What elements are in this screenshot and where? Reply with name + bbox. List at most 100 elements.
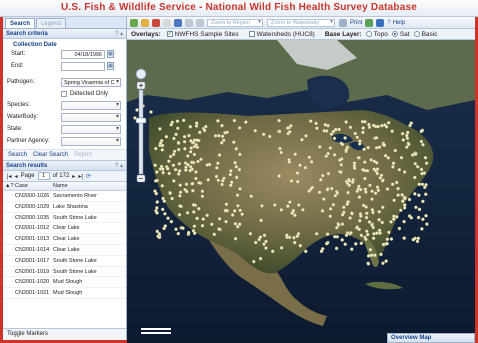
table-row[interactable]: CN2001-1021 Mud Slough (3, 288, 126, 299)
sample-site-marker[interactable] (233, 160, 237, 165)
sample-site-marker[interactable] (192, 144, 197, 149)
sample-site-marker[interactable] (370, 208, 375, 212)
sample-site-marker[interactable] (278, 146, 282, 151)
sample-site-marker[interactable] (216, 178, 221, 183)
sample-site-marker[interactable] (391, 217, 396, 221)
report-button[interactable]: Report (72, 152, 94, 158)
sample-site-marker[interactable] (372, 232, 376, 236)
sample-site-marker[interactable] (304, 134, 308, 138)
tab-search[interactable]: Search (5, 18, 36, 28)
sample-site-marker[interactable] (364, 215, 369, 220)
sample-site-marker[interactable] (417, 182, 421, 187)
sample-site-marker[interactable] (168, 191, 172, 195)
sample-site-marker[interactable] (155, 206, 159, 210)
sample-site-marker[interactable] (396, 186, 400, 191)
sample-site-marker[interactable] (371, 225, 375, 230)
sample-site-marker[interactable] (334, 246, 339, 251)
sample-site-marker[interactable] (181, 226, 185, 230)
state-select[interactable] (61, 124, 121, 134)
sample-site-marker[interactable] (416, 215, 421, 220)
sample-site-marker[interactable] (155, 170, 159, 174)
sample-site-marker[interactable] (419, 167, 424, 172)
sample-site-marker[interactable] (171, 152, 176, 157)
sample-site-marker[interactable] (348, 216, 352, 220)
sample-site-marker[interactable] (237, 167, 242, 172)
sample-site-marker[interactable] (195, 138, 199, 142)
sample-site-marker[interactable] (421, 142, 425, 147)
sample-site-marker[interactable] (339, 163, 344, 167)
sample-site-marker[interactable] (182, 134, 187, 139)
sample-site-marker[interactable] (315, 126, 319, 130)
zoom-waterbody-select[interactable]: Zoom to Waterbody (267, 18, 335, 27)
sample-site-marker[interactable] (331, 129, 336, 134)
sample-site-marker[interactable] (189, 146, 193, 150)
sample-site-marker[interactable] (365, 229, 369, 233)
sample-site-marker[interactable] (260, 204, 264, 208)
sample-site-marker[interactable] (288, 200, 292, 204)
sample-site-marker[interactable] (402, 170, 407, 174)
col-status[interactable]: ▲? (3, 182, 14, 190)
sample-site-marker[interactable] (155, 211, 159, 215)
sample-site-marker[interactable] (200, 194, 205, 199)
sample-site-marker[interactable] (340, 212, 345, 217)
sample-site-marker[interactable] (176, 172, 181, 176)
sample-site-marker[interactable] (385, 187, 390, 191)
sample-site-marker[interactable] (166, 216, 170, 220)
detected-only-checkbox[interactable]: Detected Only (3, 88, 126, 99)
sample-site-marker[interactable] (172, 149, 177, 154)
sample-site-marker[interactable] (403, 196, 407, 201)
sample-site-marker[interactable] (301, 208, 305, 212)
sample-site-marker[interactable] (340, 142, 345, 147)
checkbox-box[interactable] (61, 90, 67, 97)
sample-site-marker[interactable] (175, 119, 180, 123)
sample-site-marker[interactable] (400, 131, 405, 136)
sample-site-marker[interactable] (359, 214, 363, 218)
sample-site-marker[interactable] (380, 123, 384, 128)
sample-site-marker[interactable] (293, 152, 298, 156)
sample-site-marker[interactable] (178, 190, 183, 194)
sample-site-marker[interactable] (257, 237, 261, 242)
sample-site-marker[interactable] (381, 261, 385, 265)
sample-site-marker[interactable] (314, 232, 319, 236)
sample-site-marker[interactable] (189, 139, 193, 143)
sample-site-marker[interactable] (176, 231, 181, 236)
sample-site-marker[interactable] (298, 243, 303, 248)
sample-site-marker[interactable] (335, 191, 340, 195)
sample-site-marker[interactable] (386, 156, 391, 160)
sample-sites-checkbox[interactable]: ✓ NWFHS Sample Sites (166, 31, 239, 38)
zoom-region-select[interactable]: Zoom to Region (207, 18, 263, 27)
sample-site-marker[interactable] (344, 233, 349, 238)
sample-site-marker[interactable] (350, 247, 354, 251)
sample-site-marker[interactable] (395, 215, 399, 219)
sample-site-marker[interactable] (424, 213, 428, 218)
sample-site-marker[interactable] (402, 219, 406, 224)
sample-site-marker[interactable] (374, 146, 379, 150)
sample-site-marker[interactable] (330, 186, 334, 191)
sample-site-marker[interactable] (171, 163, 176, 167)
sample-site-marker[interactable] (214, 174, 219, 179)
sample-site-marker[interactable] (419, 139, 424, 144)
sample-site-marker[interactable] (279, 246, 284, 250)
sample-site-marker[interactable] (328, 214, 332, 218)
sample-site-marker[interactable] (297, 203, 301, 207)
sample-site-marker[interactable] (365, 211, 369, 216)
sample-site-marker[interactable] (235, 193, 240, 197)
sample-site-marker[interactable] (304, 249, 308, 254)
toggle-markers-button[interactable]: Toggle Markers (3, 328, 126, 340)
zoom-slider[interactable] (135, 68, 147, 188)
sample-site-marker[interactable] (160, 207, 165, 212)
sample-site-marker[interactable] (234, 147, 239, 151)
sample-site-marker[interactable] (224, 202, 229, 207)
sample-site-marker[interactable] (198, 130, 202, 135)
sample-site-marker[interactable] (368, 247, 373, 252)
sample-site-marker[interactable] (370, 197, 374, 201)
save-icon[interactable] (376, 18, 385, 27)
sample-site-marker[interactable] (215, 166, 219, 170)
sample-site-marker[interactable] (168, 154, 173, 159)
sample-site-marker[interactable] (414, 205, 418, 210)
sample-site-marker[interactable] (343, 136, 347, 140)
sample-site-marker[interactable] (349, 231, 353, 235)
sample-site-marker[interactable] (234, 165, 239, 169)
sample-site-marker[interactable] (183, 147, 187, 151)
sample-site-marker[interactable] (194, 121, 199, 125)
